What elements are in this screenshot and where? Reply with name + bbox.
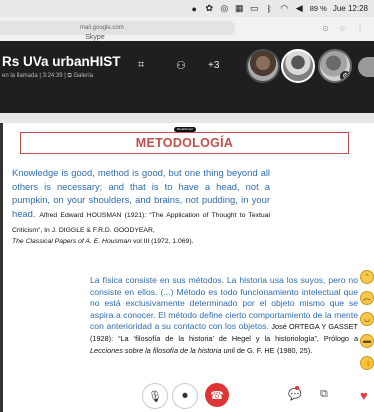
quote-reference: vol III (1972, 1.069). <box>133 237 194 245</box>
smiling-emoji[interactable]: ◡ <box>360 312 374 326</box>
volume-icon[interactable]: ◀ <box>295 3 304 14</box>
quote-reference: (1980, 25). <box>276 345 313 355</box>
slide-top-strip <box>0 113 374 123</box>
share-screen-icon[interactable]: ⧉ <box>320 388 328 401</box>
quote-reference: l de G. F. HE <box>233 345 275 355</box>
wifi-icon[interactable]: ◠ <box>280 3 289 14</box>
camera-icon: ⏺ <box>182 389 188 402</box>
quote-housman: Knowledge is good, method is good, but o… <box>12 166 270 247</box>
unread-dot <box>295 386 299 390</box>
mute-button[interactable]: 🎙 <box>142 383 168 409</box>
browser-chrome: mail.google.com Skype ⊙ ☆ ⋮ <box>0 17 374 42</box>
laughing-emoji[interactable]: ᵔ <box>360 270 374 284</box>
share-icon[interactable]: ⊙ <box>322 24 329 33</box>
phone-icon: ☎ <box>210 389 224 402</box>
battery-status[interactable]: 89 % <box>310 4 327 13</box>
participant-avatar[interactable]: ⚙ <box>318 49 352 83</box>
menu-clock[interactable]: Jue 12:28 <box>333 4 368 13</box>
quote-reference-title: Lecciones sobre la filosofía de la histo… <box>90 345 234 355</box>
thumbs-up-emoji[interactable]: 👍 <box>360 356 374 370</box>
window-title: Skype <box>85 34 105 41</box>
settings-icon[interactable]: ⚙ <box>340 71 350 81</box>
side-panel-tab[interactable] <box>358 57 374 77</box>
camera-button[interactable]: ⏺ <box>172 383 198 409</box>
slide-title: METODOLOGÍA <box>135 136 234 150</box>
bluetooth-icon[interactable]: ᛒ <box>265 4 274 14</box>
shared-screen: MediaSmart METODOLOGÍA Knowledge is good… <box>0 113 374 412</box>
quote-ortega: La física consiste en sus métodos. La hi… <box>90 275 358 356</box>
call-subtitle[interactable]: en la llamada | 3:24:39 | ⧉ Galería <box>2 73 93 80</box>
sunglasses-emoji[interactable]: ▬ <box>360 334 374 348</box>
layout-icon[interactable]: ⌗ <box>138 59 144 72</box>
participant-avatar[interactable] <box>281 49 315 83</box>
participant-avatar[interactable] <box>246 49 280 83</box>
slide-border <box>0 113 3 412</box>
quote-reference-title: The Classical Papers of A. E. Housman <box>12 237 132 245</box>
more-participants[interactable]: +3 <box>208 60 219 71</box>
menu-icon[interactable]: ⋮ <box>356 24 364 33</box>
extension-icon[interactable]: ✿ <box>205 3 214 14</box>
address-bar-url: mail.google.com <box>80 25 124 31</box>
bookmark-icon[interactable]: ☆ <box>339 24 346 33</box>
hang-up-button[interactable]: ☎ <box>205 383 229 407</box>
menu-bar: ● ✿ ◎ ▦ ▭ ᛒ ◠ ◀ 89 % Jue 12:28 <box>0 0 374 17</box>
call-title: Rs UVa urbanHIST <box>2 54 121 69</box>
slide-title-box: METODOLOGÍA <box>20 132 349 154</box>
browser-actions: ⊙ ☆ ⋮ <box>322 24 364 33</box>
screen-icon[interactable]: ◎ <box>220 3 229 14</box>
heart-icon[interactable]: ♥ <box>360 388 368 403</box>
display-icon[interactable]: ▦ <box>235 3 244 14</box>
microphone-icon: 🎙 <box>148 390 162 403</box>
add-participant-icon[interactable]: ⚇ <box>176 59 186 72</box>
call-header: Rs UVa urbanHIST en la llamada | 3:24:39… <box>0 41 374 113</box>
cast-icon[interactable]: ▭ <box>250 3 259 14</box>
record-icon[interactable]: ● <box>190 4 199 14</box>
chat-icon[interactable]: 💬 <box>288 388 302 401</box>
quote-reference: Alfred Edward HOUSMAN (1921): “The Appli… <box>12 211 270 235</box>
frowning-emoji[interactable]: ︵ <box>360 291 374 305</box>
